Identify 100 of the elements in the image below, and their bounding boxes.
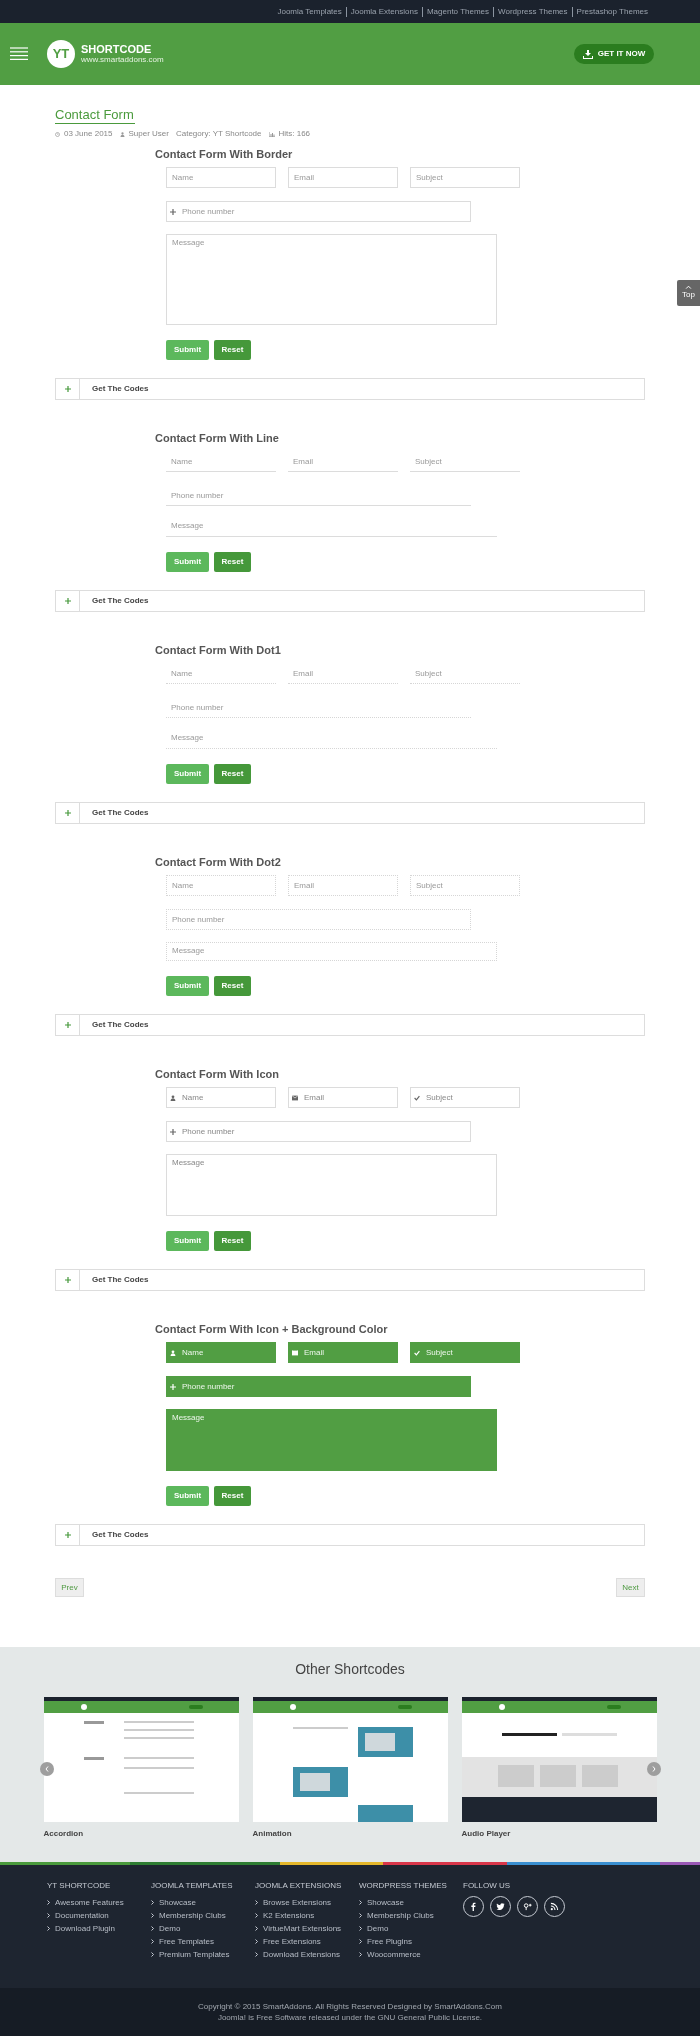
codes-bar[interactable]: Get The Codes <box>55 1014 645 1036</box>
top-link[interactable]: Joomla Templates <box>273 6 346 17</box>
chevron-right-icon <box>255 1900 258 1905</box>
reset-button[interactable]: Reset <box>214 552 251 572</box>
facebook-icon <box>469 1902 478 1911</box>
reset-button[interactable]: Reset <box>214 1231 251 1251</box>
footer-link[interactable]: Free Templates <box>159 1935 214 1948</box>
chevron-up-icon <box>685 285 692 289</box>
chevron-right-icon <box>359 1900 362 1905</box>
footer-link[interactable]: Demo <box>367 1922 389 1935</box>
plus-icon <box>64 810 71 816</box>
form-title: Contact Form With Icon <box>155 1067 280 1082</box>
footer-link[interactable]: Showcase <box>367 1896 404 1909</box>
codes-bar[interactable]: Get The Codes <box>55 378 645 400</box>
reset-button[interactable]: Reset <box>214 1486 251 1506</box>
site-name: SHORTCODE <box>81 43 153 55</box>
shortcode-label: Animation <box>252 1828 293 1840</box>
envelope-icon <box>292 1094 298 1101</box>
plus-icon <box>64 386 71 392</box>
codes-bar[interactable]: Get The Codes <box>55 1524 645 1546</box>
footer-link[interactable]: Free Extensions <box>263 1935 321 1948</box>
footer-link[interactable]: Browse Extensions <box>263 1896 332 1909</box>
plus-icon <box>64 1532 71 1538</box>
chevron-right-icon <box>151 1952 154 1957</box>
twitter-icon <box>496 1902 505 1911</box>
footer-link[interactable]: Membership Clubs <box>367 1909 434 1922</box>
copyright-text: Joomla! is Free Software released under the GNU General Public License. <box>217 2012 483 2023</box>
top-link[interactable]: Wordpress Themes <box>493 6 572 17</box>
footer-link[interactable]: Woocommerce <box>367 1948 421 1961</box>
article-category: Category: YT Shortcode <box>175 128 262 140</box>
footer-link[interactable]: Demo <box>159 1922 181 1935</box>
footer-link[interactable]: VirtueMart Extensions <box>263 1922 342 1935</box>
chevron-right-icon <box>359 1913 362 1918</box>
top-link[interactable]: Magento Themes <box>421 6 494 17</box>
footer-link[interactable]: Showcase <box>159 1896 196 1909</box>
section-title: Other Shortcodes <box>295 1660 405 1679</box>
chevron-left-icon <box>45 1766 49 1772</box>
chevron-right-icon <box>151 1926 154 1931</box>
footer-link[interactable]: Premium Templates <box>159 1948 230 1961</box>
chevron-right-icon <box>47 1926 50 1931</box>
site-url: www.smartaddons.com <box>81 55 164 65</box>
chevron-right-icon <box>255 1939 258 1944</box>
name-field[interactable]: Name <box>166 1342 276 1363</box>
chevron-right-icon <box>359 1952 362 1957</box>
bar-chart-icon <box>268 131 275 137</box>
reset-button[interactable]: Reset <box>214 976 251 996</box>
footer-link[interactable]: K2 Extensions <box>263 1909 315 1922</box>
shortcode-label: Accordion <box>43 1828 85 1840</box>
codes-label: Get The Codes <box>92 383 149 395</box>
user-icon <box>119 131 125 137</box>
codes-bar[interactable]: Get The Codes <box>55 590 645 612</box>
google-plus-icon <box>523 1902 532 1911</box>
shortcode-label: Audio Player <box>461 1828 512 1840</box>
footer-heading: JOOMLA EXTENSIONS <box>255 1881 343 1891</box>
chevron-right-icon <box>47 1900 50 1905</box>
footer-link[interactable]: Download Plugin <box>55 1922 116 1935</box>
footer-link[interactable]: Download Extensions <box>263 1948 340 1961</box>
menu-icon <box>10 47 28 61</box>
email-field[interactable]: Email <box>288 1342 398 1363</box>
subject-field[interactable]: Subject <box>410 1342 520 1363</box>
footer-link[interactable]: Membership Clubs <box>159 1909 226 1922</box>
footer-link[interactable]: Awesome Features <box>55 1896 124 1909</box>
chevron-right-icon <box>151 1939 154 1944</box>
chevron-right-icon <box>255 1913 258 1918</box>
codes-label: Get The Codes <box>92 807 149 819</box>
chevron-right-icon <box>47 1913 50 1918</box>
plus-icon <box>170 208 176 215</box>
chevron-right-icon <box>652 1766 656 1772</box>
previous-arrow-button[interactable] <box>40 1762 54 1776</box>
chevron-right-icon <box>255 1926 258 1931</box>
reset-button[interactable]: Reset <box>214 340 251 360</box>
form-title: Contact Form With Line <box>155 431 280 446</box>
back-to-top-button[interactable]: Top <box>677 280 700 306</box>
footer-link[interactable]: Free Plugins <box>367 1935 412 1948</box>
top-link[interactable]: Prestashop Themes <box>571 6 652 17</box>
check-icon <box>414 1349 420 1356</box>
footer-heading: YT SHORTCODE <box>47 1881 112 1891</box>
codes-label: Get The Codes <box>92 595 149 607</box>
form-title: Contact Form With Dot2 <box>155 855 282 870</box>
chevron-right-icon <box>151 1913 154 1918</box>
codes-label: Get The Codes <box>92 1019 149 1031</box>
form-title: Contact Form With Icon + Background Color <box>155 1322 389 1337</box>
user-icon <box>170 1094 176 1101</box>
codes-label: Get The Codes <box>92 1529 149 1541</box>
phone-field[interactable]: Phone number <box>166 1376 471 1397</box>
message-field[interactable]: Message <box>166 1409 497 1471</box>
article-author: Super User <box>128 128 169 140</box>
clock-icon <box>55 131 60 137</box>
get-it-now-button[interactable]: GET IT NOW <box>574 44 654 64</box>
codes-bar[interactable]: Get The Codes <box>55 1269 645 1291</box>
footer-heading: JOOMLA TEMPLATES <box>151 1881 234 1891</box>
footer-heading: WORDPRESS THEMES <box>359 1881 448 1891</box>
top-link[interactable]: Joomla Extensions <box>345 6 422 17</box>
codes-label: Get The Codes <box>92 1274 149 1286</box>
codes-bar[interactable]: Get The Codes <box>55 802 645 824</box>
article-date: 03 June 2015 <box>64 128 113 140</box>
article-hits: Hits: 166 <box>278 128 311 140</box>
footer-link[interactable]: Documentation <box>55 1909 109 1922</box>
reset-button[interactable]: Reset <box>214 764 251 784</box>
logo-badge: YT <box>47 40 75 68</box>
